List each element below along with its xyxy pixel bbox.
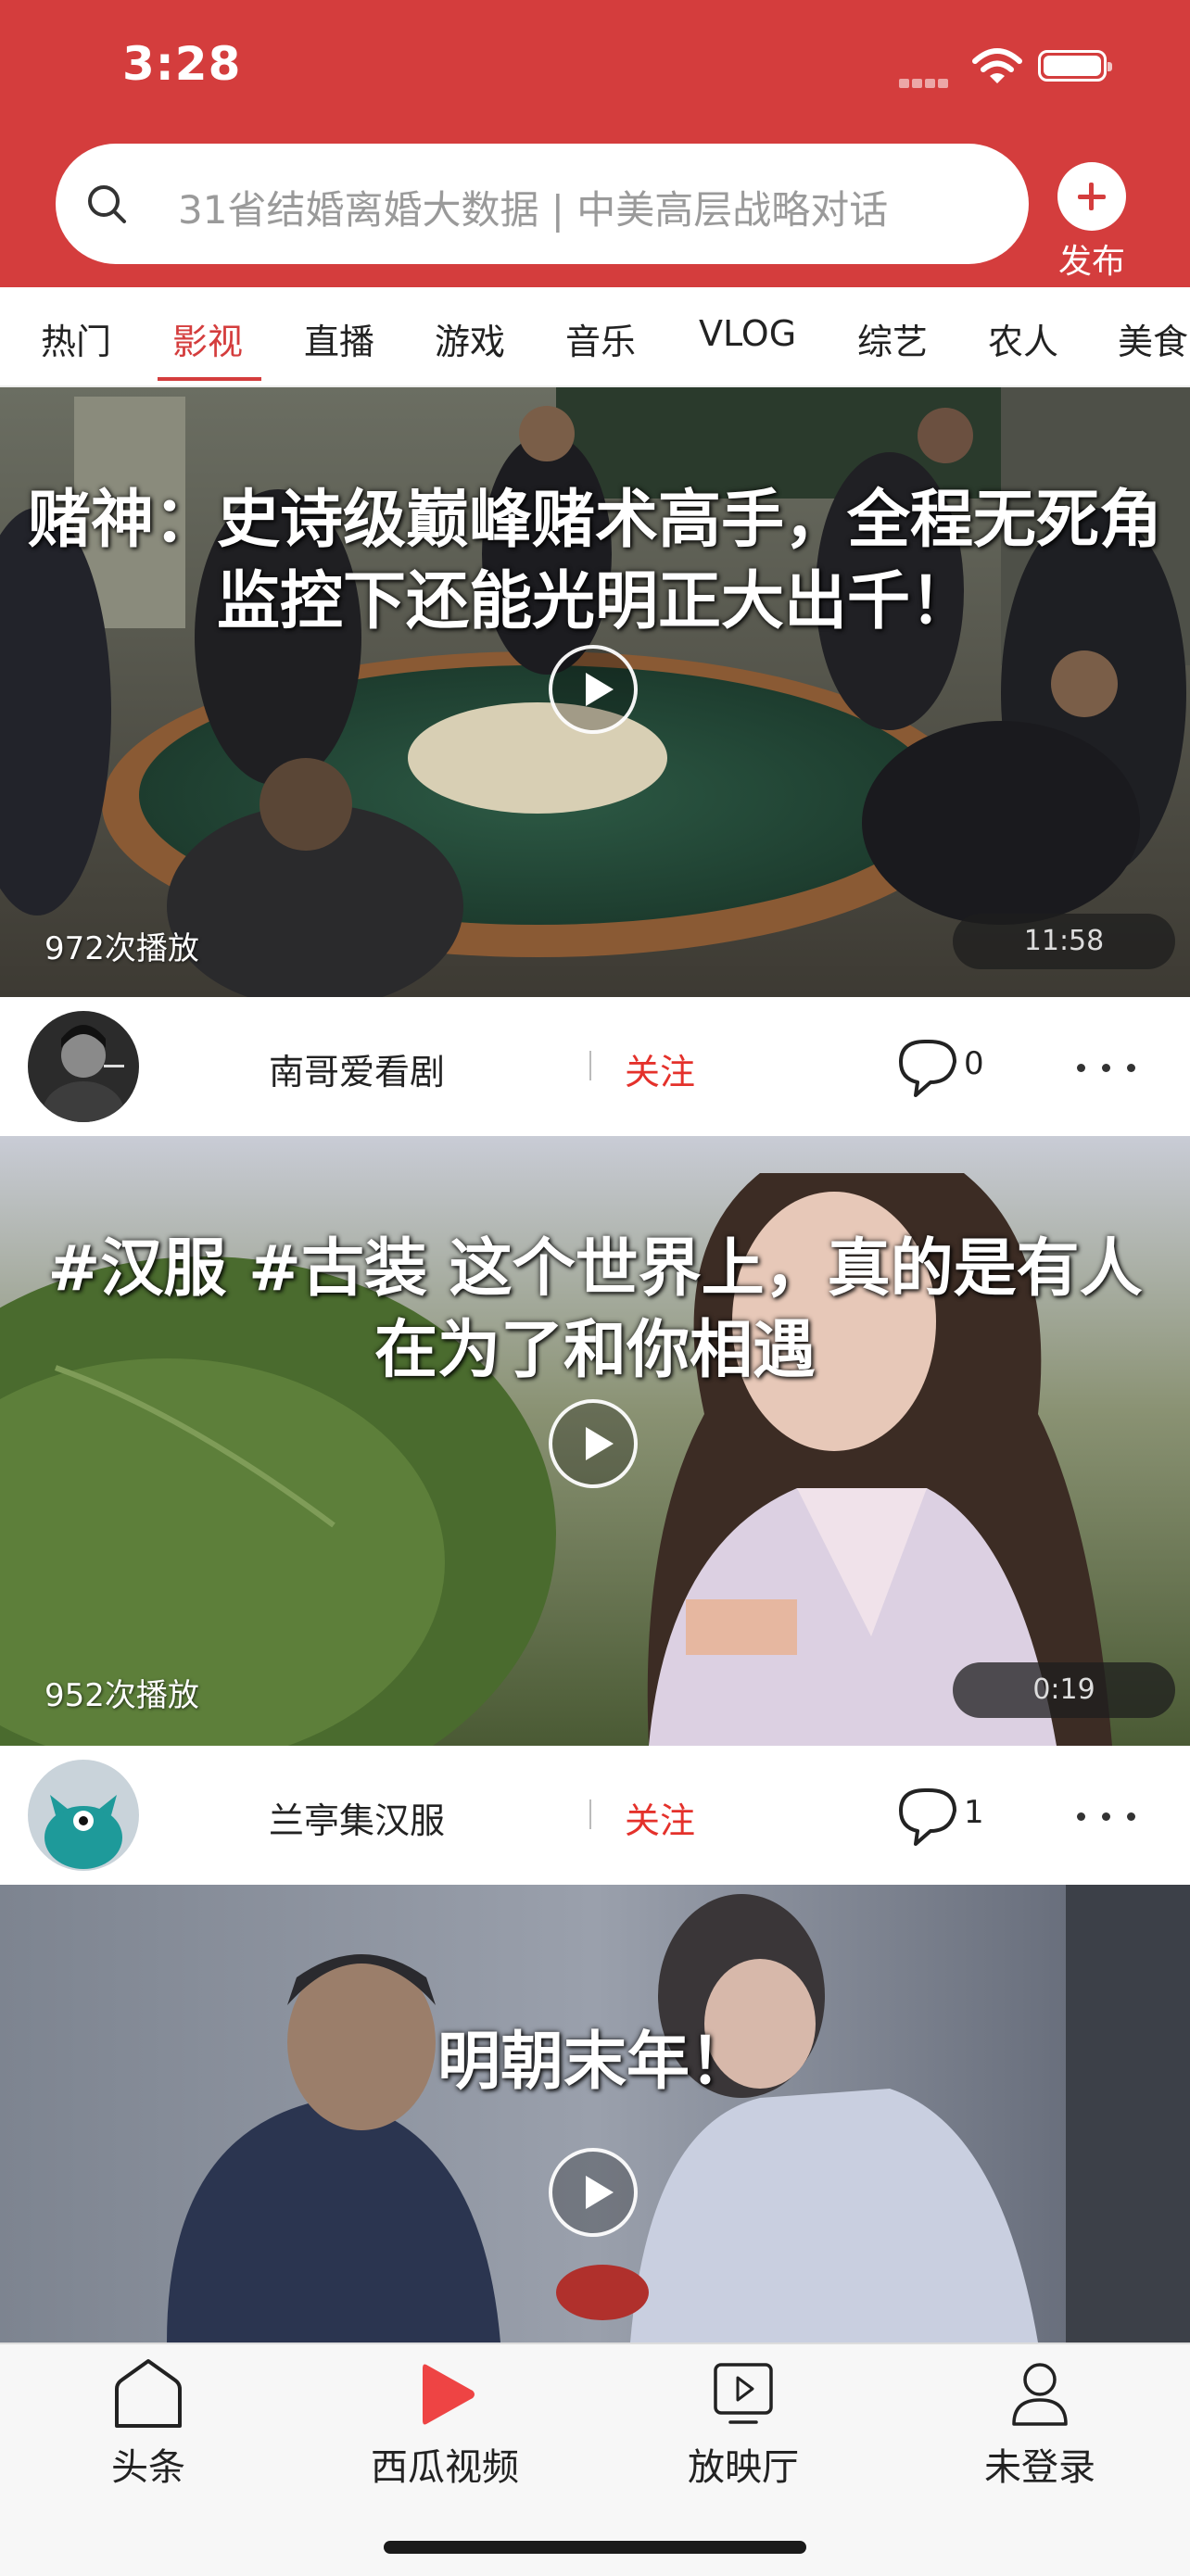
video-card-3[interactable]: 明朝末年！ xyxy=(0,1885,1190,2342)
nav-label: 未登录 xyxy=(984,2446,1095,2489)
search-icon xyxy=(88,185,126,223)
home-icon xyxy=(115,2359,182,2428)
play-icon[interactable] xyxy=(549,1399,638,1488)
video-title: #汉服 #古装 这个世界上，真的是有人在为了和你相遇 xyxy=(47,1232,1143,1387)
comment-count: 1 xyxy=(964,1794,984,1831)
video-title: 明朝末年！ xyxy=(437,2026,753,2099)
tab-film[interactable]: 影视 xyxy=(172,313,243,364)
publish-label: 发布 xyxy=(1057,243,1125,281)
nav-label: 头条 xyxy=(111,2446,185,2489)
author-name[interactable]: 兰亭集汉服 xyxy=(269,1792,445,1843)
nav-xigua-video[interactable]: 西瓜视频 xyxy=(352,2344,538,2530)
avatar[interactable] xyxy=(28,1760,139,1871)
more-icon[interactable] xyxy=(1077,1064,1136,1073)
video-title: 赌神：史诗级巅峰赌术高手，全程无死角监控下还能光明正大出千！ xyxy=(27,484,1162,638)
publish-button[interactable]: 发布 xyxy=(1053,162,1131,281)
category-tabs: 热门 影视 直播 游戏 音乐 VLOG 综艺 农人 美食 xyxy=(0,287,1190,387)
video-card-1[interactable]: 赌神：史诗级巅峰赌术高手，全程无死角监控下还能光明正大出千！ 972次播放 11… xyxy=(0,387,1190,997)
tab-hot[interactable]: 热门 xyxy=(41,313,111,364)
search-bar[interactable]: 31省结婚离婚大数据 | 中美高层战略对话 xyxy=(56,144,1029,264)
wifi-icon xyxy=(972,48,1022,83)
user-icon xyxy=(1012,2363,1068,2426)
nav-theater[interactable]: 放映厅 xyxy=(651,2344,836,2530)
nav-profile[interactable]: 未登录 xyxy=(947,2344,1133,2530)
active-tab-indicator xyxy=(158,377,261,381)
video-thumbnail xyxy=(0,1885,1190,2342)
duration-badge: 11:58 xyxy=(953,914,1175,969)
avatar[interactable] xyxy=(28,1011,139,1122)
duration-badge: 0:19 xyxy=(953,1662,1175,1718)
header: 3:28 31省结婚离婚大数据 | 中美高层战略对话 发布 xyxy=(0,0,1190,287)
play-count: 972次播放 xyxy=(44,930,199,967)
tab-live[interactable]: 直播 xyxy=(304,313,374,364)
tab-farmer[interactable]: 农人 xyxy=(988,313,1058,364)
author-row-2: 兰亭集汉服 关注 1 xyxy=(0,1746,1190,1885)
plus-icon xyxy=(1057,162,1126,231)
tab-games[interactable]: 游戏 xyxy=(435,313,505,364)
comment-count: 0 xyxy=(964,1045,984,1082)
tab-music[interactable]: 音乐 xyxy=(565,313,636,364)
tab-vlog[interactable]: VLOG xyxy=(699,313,796,354)
nav-label: 西瓜视频 xyxy=(371,2446,519,2489)
tab-variety[interactable]: 综艺 xyxy=(857,313,928,364)
divider xyxy=(589,1799,591,1829)
follow-button[interactable]: 关注 xyxy=(625,1792,695,1843)
tab-food[interactable]: 美食 xyxy=(1118,313,1188,364)
video-card-2[interactable]: #汉服 #古装 这个世界上，真的是有人在为了和你相遇 952次播放 0:19 xyxy=(0,1136,1190,1746)
divider xyxy=(589,1051,591,1080)
signal-icon xyxy=(899,74,955,88)
play-count: 952次播放 xyxy=(44,1677,199,1714)
nav-label: 放映厅 xyxy=(688,2446,799,2489)
home-indicator[interactable] xyxy=(384,2541,806,2554)
status-time: 3:28 xyxy=(122,37,242,91)
author-row-1: 南哥爱看剧 关注 0 xyxy=(0,997,1190,1136)
more-icon[interactable] xyxy=(1077,1812,1136,1822)
follow-button[interactable]: 关注 xyxy=(625,1043,695,1094)
search-input[interactable]: 31省结婚离婚大数据 | 中美高层战略对话 xyxy=(178,179,1012,235)
play-triangle-icon xyxy=(423,2364,475,2425)
author-name[interactable]: 南哥爱看剧 xyxy=(269,1043,445,1094)
nav-headlines[interactable]: 头条 xyxy=(56,2344,241,2530)
play-icon[interactable] xyxy=(549,645,638,734)
play-icon[interactable] xyxy=(549,2148,638,2237)
battery-icon xyxy=(1038,50,1112,82)
tv-icon xyxy=(714,2363,773,2424)
